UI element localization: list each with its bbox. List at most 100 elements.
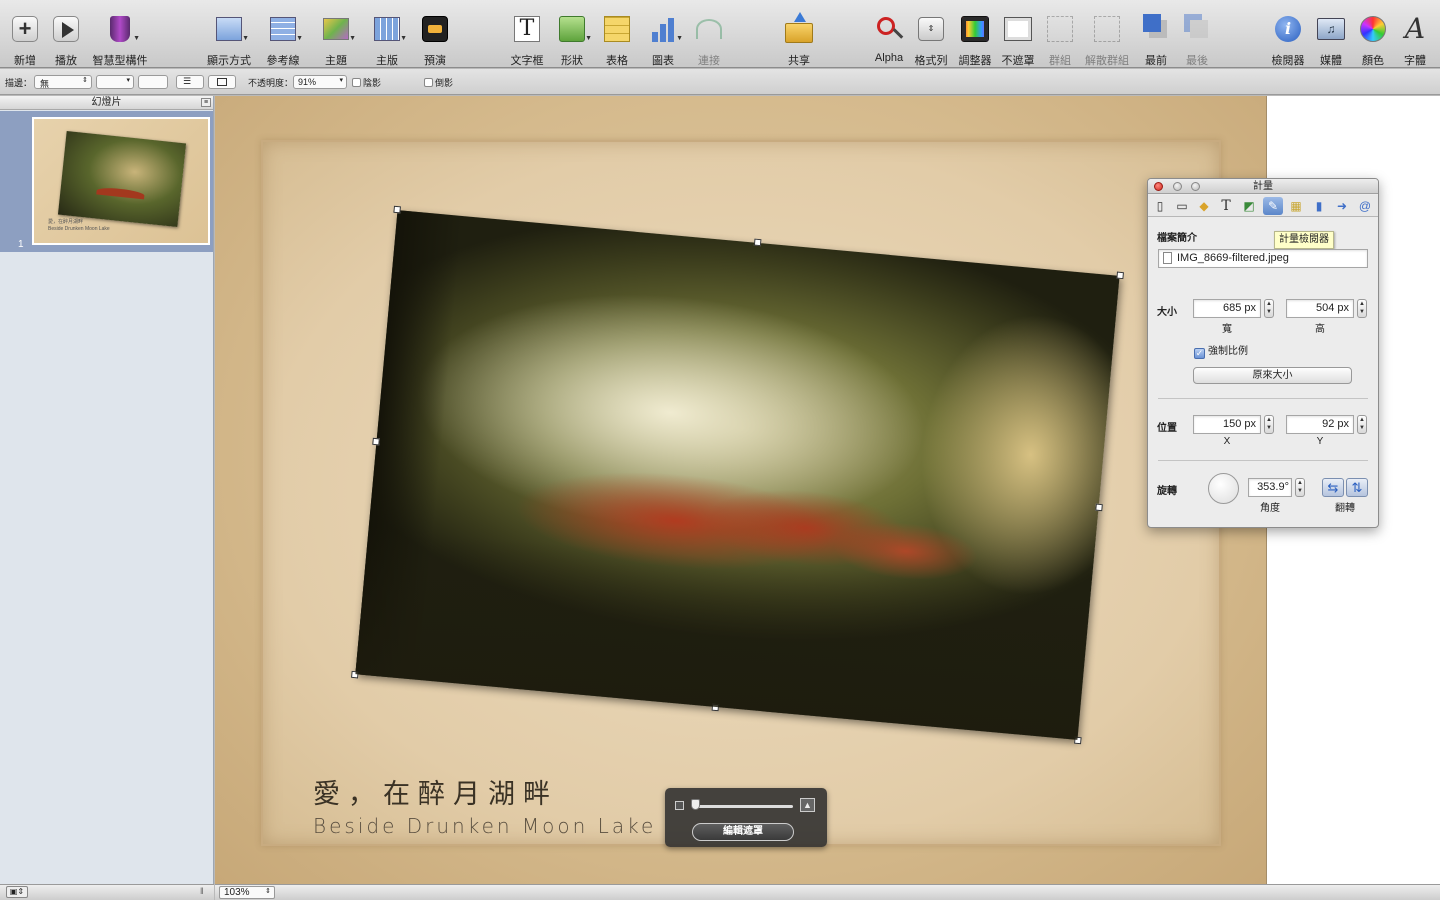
graphic-inspector-tab[interactable]: ◩ xyxy=(1239,197,1259,215)
connect-icon xyxy=(692,14,726,44)
selected-photo[interactable] xyxy=(351,205,1124,745)
resize-handle-top-left[interactable] xyxy=(393,205,401,214)
mask-size-slider[interactable] xyxy=(693,805,793,808)
stroke-width-select[interactable]: ▾ xyxy=(96,75,134,89)
edit-mask-button[interactable]: 編輯遮罩 xyxy=(692,823,794,841)
table-icon xyxy=(600,14,634,44)
slide-row-selected[interactable]: 1 愛，在醉月湖畔 Beside Drunken Moon Lake xyxy=(0,111,213,252)
resize-grip-icon[interactable]: ‖ xyxy=(200,886,204,896)
stroke-style-select[interactable]: 無 ⇕ xyxy=(34,75,92,89)
rehearse-label: 預演 xyxy=(424,55,446,67)
text-inspector-tab[interactable]: T xyxy=(1216,197,1236,215)
table-inspector-tab[interactable]: ▦ xyxy=(1286,197,1306,215)
stroke-color-well[interactable] xyxy=(138,75,168,89)
mask-size-slider-knob[interactable] xyxy=(691,799,700,810)
original-size-button[interactable]: 原來大小 xyxy=(1193,367,1352,384)
rehearse-button[interactable]: 預演 xyxy=(405,14,465,68)
fonts-button[interactable]: A 字體 xyxy=(1385,14,1440,68)
minimize-icon[interactable] xyxy=(1173,182,1182,191)
view-button[interactable]: ▼ 顯示方式 xyxy=(199,14,259,68)
reflection-checkbox[interactable]: 倒影 xyxy=(424,76,453,89)
slide-subtitle-en[interactable]: Beside Drunken Moon Lake xyxy=(313,814,656,838)
shadow-checkbox-box[interactable] xyxy=(352,78,361,87)
resize-handle-bottom-left[interactable] xyxy=(351,670,359,679)
connect-label: 連接 xyxy=(698,55,720,67)
flip-label: 翻轉 xyxy=(1335,503,1355,514)
resize-handle-top[interactable] xyxy=(753,238,762,247)
close-icon[interactable] xyxy=(1154,182,1163,191)
zoom-icon[interactable] xyxy=(1191,182,1200,191)
hyperlink-inspector-tab[interactable]: ➜ xyxy=(1332,197,1352,215)
ungroup-icon xyxy=(1090,14,1124,44)
resize-handle-left[interactable] xyxy=(372,437,380,446)
file-name: IMG_8669-filtered.jpeg xyxy=(1177,252,1289,264)
resize-handle-bottom[interactable] xyxy=(711,703,720,712)
slide-navigator: 幻燈片 ≡ 1 愛，在醉月湖畔 Beside Drunken Moon Lake xyxy=(0,96,214,884)
reflection-label: 倒影 xyxy=(435,78,454,88)
resize-handle-bottom-right[interactable] xyxy=(1074,736,1082,745)
metrics-inspector-tab[interactable]: ✎ xyxy=(1263,197,1283,215)
format-bar: 描邊： 無 ⇕ ▾ ☰ 不透明度： 91% ▾ 陰影 倒影 xyxy=(0,69,1440,95)
slide-title-cn[interactable]: 愛，在醉月湖畔 xyxy=(313,772,558,811)
y-position-stepper[interactable]: ▲ ▼ xyxy=(1357,415,1367,434)
rotation-wheel[interactable] xyxy=(1208,473,1239,504)
share-label: 共享 xyxy=(788,55,810,67)
x-position-input[interactable]: 150 px xyxy=(1193,415,1261,434)
smart-build-button[interactable]: ▼ 智慧型構件 xyxy=(90,14,150,68)
build-inspector-tab[interactable]: ◆ xyxy=(1194,197,1214,215)
quicktime-inspector-tab[interactable]: @ xyxy=(1355,197,1375,215)
position-label: 位置 xyxy=(1157,423,1177,434)
document-inspector-tab[interactable]: ▯ xyxy=(1150,197,1170,215)
share-button[interactable]: 共享 xyxy=(769,12,829,68)
width-input[interactable]: 685 px xyxy=(1193,299,1261,318)
y-position-input[interactable]: 92 px xyxy=(1286,415,1354,434)
flip-horizontal-icon: ⇆ xyxy=(1327,480,1339,495)
fonts-label: 字體 xyxy=(1404,55,1426,67)
constrain-proportions-checkbox[interactable]: ✓ 強制比例 xyxy=(1194,342,1248,359)
line-style-button[interactable]: ☰ xyxy=(176,75,204,89)
checkmark-icon[interactable]: ✓ xyxy=(1194,348,1205,359)
size-label: 大小 xyxy=(1157,307,1177,318)
thumbnail-photo xyxy=(57,130,187,228)
resize-handle-top-right[interactable] xyxy=(1116,271,1124,280)
thumbnail-caption-cn: 愛，在醉月湖畔 xyxy=(48,219,84,225)
frame-button[interactable] xyxy=(208,75,236,89)
view-mode-icon[interactable]: ▣⇕ xyxy=(6,886,28,898)
navigator-options-icon[interactable]: ≡ xyxy=(201,98,211,107)
slide-inspector-tab[interactable]: ▭ xyxy=(1172,197,1192,215)
opacity-value: 91% xyxy=(298,77,317,87)
send-back-button[interactable]: 最後 xyxy=(1167,14,1227,68)
inspector-titlebar[interactable]: 計量 xyxy=(1148,179,1378,194)
width-stepper[interactable]: ▲ ▼ xyxy=(1264,299,1274,318)
zoom-select[interactable]: 103% ⇕ xyxy=(219,886,275,899)
angle-stepper[interactable]: ▲ ▼ xyxy=(1295,478,1305,497)
canvas-status-bar: 103% ⇕ xyxy=(215,884,1440,900)
guides-button[interactable]: ▼ 參考線 xyxy=(253,14,313,68)
flip-vertical-button[interactable]: ⇅ xyxy=(1346,478,1368,497)
angle-input[interactable]: 353.9° xyxy=(1248,478,1292,497)
view-icon: ▼ xyxy=(212,14,249,44)
share-icon xyxy=(782,12,816,44)
group-icon xyxy=(1043,14,1077,44)
metrics-inspector: 計量 ▯ ▭ ◆ T ◩ ✎ ▦ ▮ ➜ @ 檔案簡介 計量檢閱器 IMG_86… xyxy=(1147,178,1379,528)
slide-thumbnail[interactable]: 愛，在醉月湖畔 Beside Drunken Moon Lake xyxy=(32,117,210,245)
shadow-checkbox[interactable]: 陰影 xyxy=(352,76,381,89)
guides-icon: ▼ xyxy=(266,14,303,44)
connect-button[interactable]: 連接 xyxy=(679,14,739,68)
resize-handle-right[interactable] xyxy=(1095,503,1103,512)
inspector-icon: i xyxy=(1271,14,1305,44)
flip-horizontal-button[interactable]: ⇆ xyxy=(1322,478,1344,497)
play-button[interactable]: 播放 xyxy=(36,14,96,68)
x-position-stepper[interactable]: ▲ ▼ xyxy=(1264,415,1274,434)
chart-inspector-tab[interactable]: ▮ xyxy=(1309,197,1329,215)
guides-label: 參考線 xyxy=(266,55,300,67)
height-input[interactable]: 504 px xyxy=(1286,299,1354,318)
divider xyxy=(1158,460,1368,461)
height-stepper[interactable]: ▲ ▼ xyxy=(1357,299,1367,318)
reflection-checkbox-box[interactable] xyxy=(424,78,433,87)
slide[interactable]: 愛，在醉月湖畔 Beside Drunken Moon Lake ▲ 編輯遮罩 xyxy=(215,96,1267,884)
back-icon xyxy=(1180,14,1214,44)
format-bar-icon: ⇕ xyxy=(914,14,948,44)
opacity-select[interactable]: 91% ▾ xyxy=(293,75,347,89)
view-label: 顯示方式 xyxy=(207,55,251,67)
